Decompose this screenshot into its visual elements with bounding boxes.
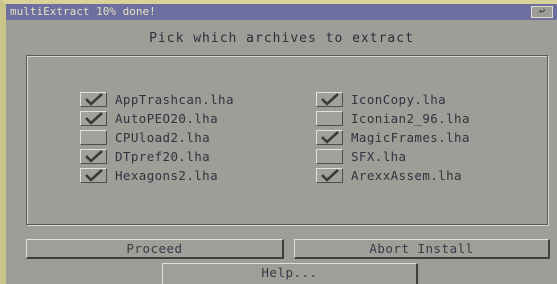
- archive-label: CPUload2.lha: [115, 130, 211, 145]
- archive-item[interactable]: Hexagons2.lha: [80, 166, 234, 185]
- checkmark-icon: [85, 169, 103, 182]
- help-button[interactable]: Help...: [162, 263, 418, 284]
- window-titlebar[interactable]: multiExtract 10% done! ↩: [6, 4, 557, 20]
- archive-checkbox[interactable]: [316, 111, 343, 126]
- archive-label: IconCopy.lha: [351, 92, 447, 107]
- archive-label: AutoPEO20.lha: [115, 111, 219, 126]
- archive-item[interactable]: AutoPEO20.lha: [80, 109, 234, 128]
- archive-item[interactable]: Iconian2_96.lha: [316, 109, 470, 128]
- archive-item[interactable]: AppTrashcan.lha: [80, 90, 234, 109]
- archive-checkbox[interactable]: [316, 168, 343, 183]
- window-depth-icon[interactable]: ↩: [531, 6, 553, 18]
- archive-item[interactable]: DTpref20.lha: [80, 147, 234, 166]
- archive-checkbox[interactable]: [316, 149, 343, 164]
- checkmark-icon: [85, 93, 103, 106]
- archive-list-left: AppTrashcan.lha AutoPEO20.lha CPUload2.l…: [80, 90, 234, 185]
- checkmark-icon: [321, 169, 339, 182]
- archive-checkbox[interactable]: [316, 92, 343, 107]
- archive-checkbox[interactable]: [80, 130, 107, 145]
- archive-checkbox[interactable]: [80, 111, 107, 126]
- abort-install-button[interactable]: Abort Install: [294, 239, 550, 259]
- archive-checkbox[interactable]: [316, 130, 343, 145]
- proceed-button[interactable]: Proceed: [26, 239, 284, 259]
- archive-list-right: IconCopy.lha Iconian2_96.lha MagicFrames…: [316, 90, 470, 185]
- checkmark-icon: [321, 93, 339, 106]
- archive-item[interactable]: IconCopy.lha: [316, 90, 470, 109]
- archive-checkbox[interactable]: [80, 149, 107, 164]
- archive-label: ArexxAssem.lha: [351, 168, 462, 183]
- checkmark-icon: [85, 150, 103, 163]
- archive-label: MagicFrames.lha: [351, 130, 470, 145]
- archive-label: DTpref20.lha: [115, 149, 211, 164]
- window-title: multiExtract 10% done!: [10, 5, 156, 18]
- archive-item[interactable]: SFX.lha: [316, 147, 470, 166]
- archive-label: Hexagons2.lha: [115, 168, 219, 183]
- archive-item[interactable]: MagicFrames.lha: [316, 128, 470, 147]
- archive-checkbox[interactable]: [80, 92, 107, 107]
- checkmark-icon: [85, 112, 103, 125]
- archive-checkbox[interactable]: [80, 168, 107, 183]
- archive-label: Iconian2_96.lha: [351, 111, 470, 126]
- archive-label: AppTrashcan.lha: [115, 92, 234, 107]
- checkmark-icon: [321, 131, 339, 144]
- archive-label: SFX.lha: [351, 149, 407, 164]
- archive-item[interactable]: ArexxAssem.lha: [316, 166, 470, 185]
- archive-item[interactable]: CPUload2.lha: [80, 128, 234, 147]
- page-title: Pick which archives to extract: [149, 31, 414, 46]
